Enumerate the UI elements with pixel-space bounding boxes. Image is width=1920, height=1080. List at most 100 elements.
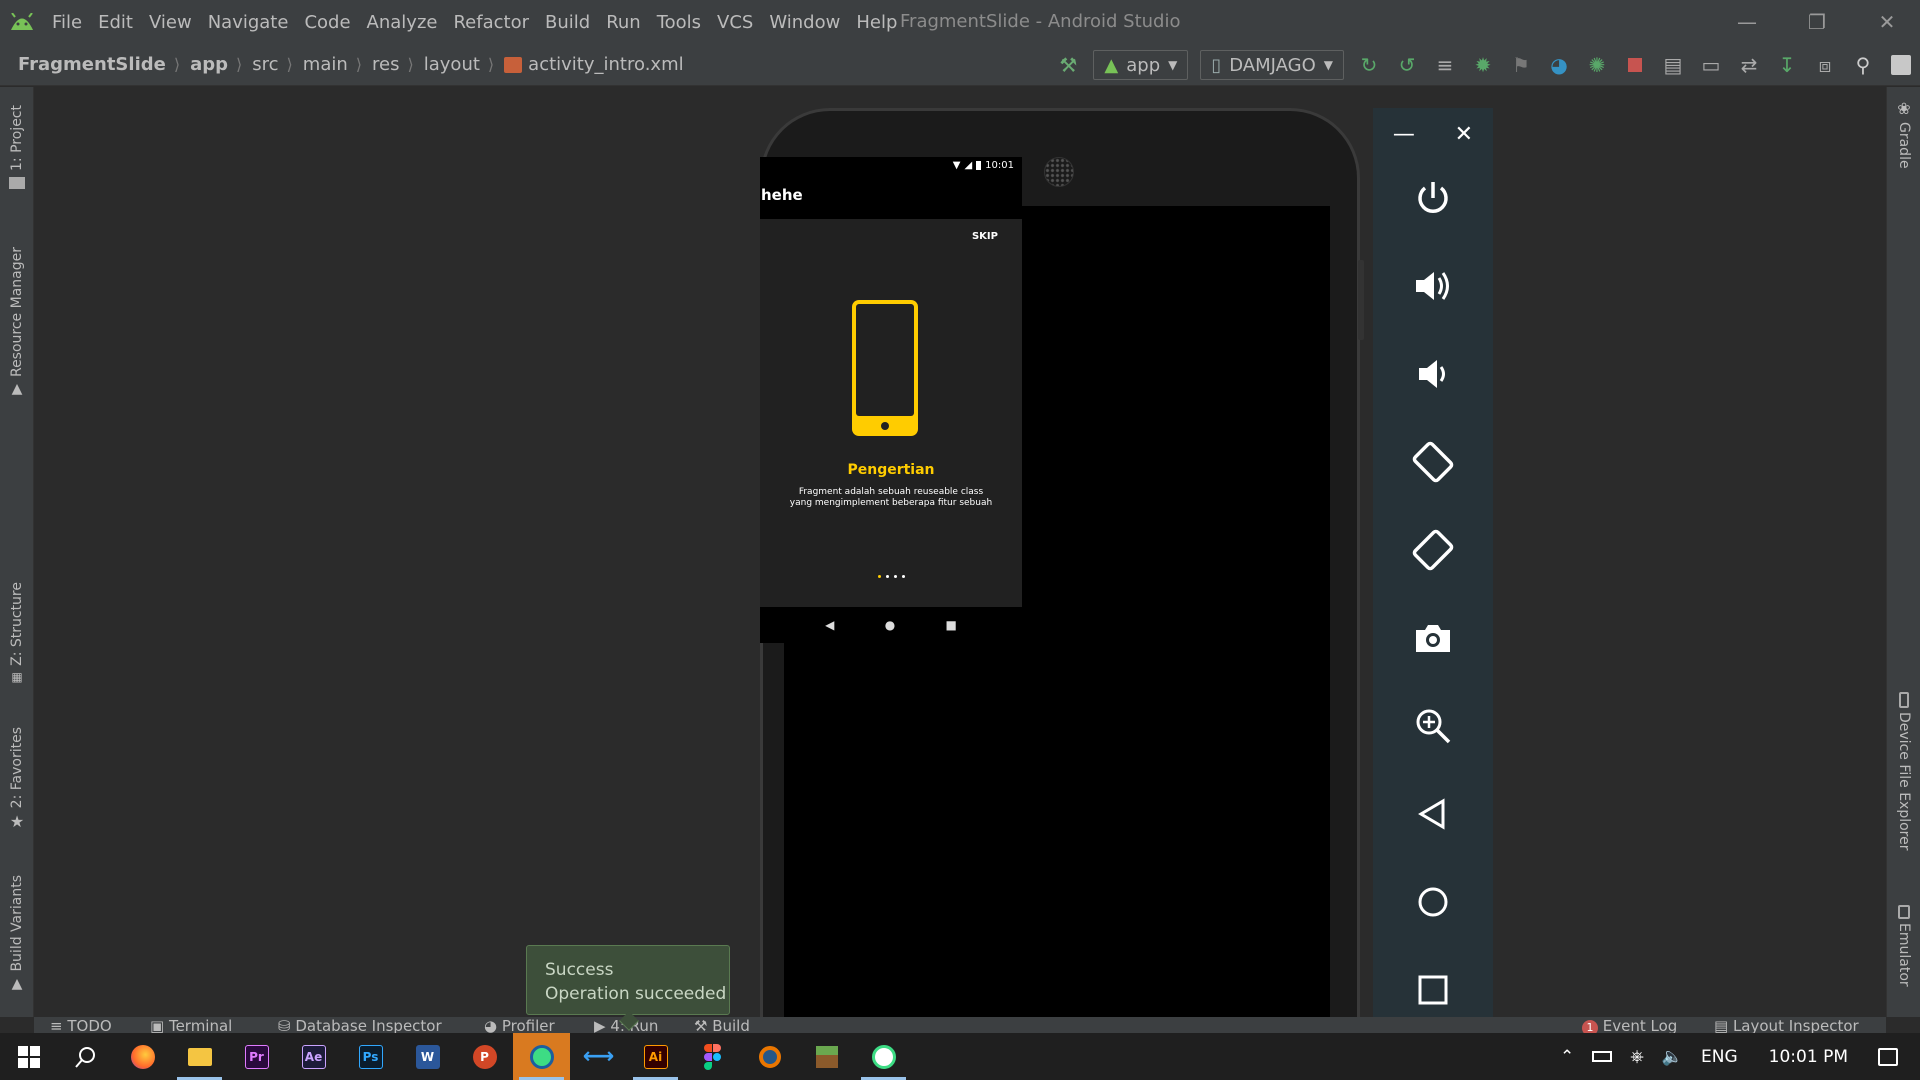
tab-structure[interactable]: Z: Structure ▦ <box>0 582 34 684</box>
zoom-button[interactable] <box>1373 696 1493 756</box>
tab-favorites[interactable]: 2: Favorites ★ <box>0 727 34 831</box>
skip-button[interactable]: SKIP <box>972 231 998 242</box>
menu-edit[interactable]: Edit <box>90 12 141 33</box>
menu-help[interactable]: Help <box>848 12 905 33</box>
rotate-left-button[interactable] <box>1373 432 1493 492</box>
power-button[interactable] <box>1373 168 1493 228</box>
menu-analyze[interactable]: Analyze <box>359 12 446 33</box>
project-structure-icon[interactable]: ▤ <box>1654 44 1692 86</box>
restore-icon[interactable]: ❐ <box>1782 0 1852 44</box>
sync-gradle-icon[interactable]: ⇄ <box>1730 44 1768 86</box>
menu-file[interactable]: File <box>44 12 90 33</box>
device-combo[interactable]: ▯ DAMJAGO ▼ <box>1200 50 1344 80</box>
tab-layout-inspector[interactable]: ▤ Layout Inspector <box>1714 1017 1859 1033</box>
menu-window[interactable]: Window <box>761 12 848 33</box>
menu-code[interactable]: Code <box>296 12 358 33</box>
menu-navigate[interactable]: Navigate <box>200 12 297 33</box>
search-icon[interactable] <box>57 1033 114 1080</box>
blender-icon[interactable] <box>741 1033 798 1080</box>
volume-up-button[interactable] <box>1373 256 1493 316</box>
rerun-icon[interactable]: ↻ <box>1350 44 1388 86</box>
search-icon[interactable]: ⚲ <box>1844 44 1882 86</box>
home-button[interactable] <box>1373 872 1493 932</box>
tab-build-variants[interactable]: Build Variants ▲ <box>0 875 34 992</box>
windows-start-icon[interactable] <box>0 1033 57 1080</box>
breadcrumb-layout[interactable]: layout <box>414 54 480 75</box>
phone-screen[interactable]: ▼ ◢ 10:01 hehe SKIP Pengertian Fragment … <box>760 157 1022 643</box>
apply-changes-icon[interactable]: ↺ <box>1388 44 1426 86</box>
coverage-icon[interactable]: ⚑ <box>1502 44 1540 86</box>
file-explorer-icon[interactable] <box>171 1033 228 1080</box>
menu-tools[interactable]: Tools <box>649 12 709 33</box>
menu-view[interactable]: View <box>141 12 200 33</box>
tab-event-log[interactable]: 1 Event Log <box>1582 1017 1677 1033</box>
emulator-minimize-icon[interactable]: — <box>1393 122 1415 147</box>
nav-back-icon[interactable]: ◀ <box>825 618 834 632</box>
battery-icon[interactable] <box>1583 1051 1621 1062</box>
menu-vcs[interactable]: VCS <box>709 12 761 33</box>
stop-icon[interactable] <box>1616 44 1654 86</box>
volume-down-button[interactable] <box>1373 344 1493 404</box>
breadcrumb-main[interactable]: main <box>293 54 348 75</box>
menu-run[interactable]: Run <box>598 12 649 33</box>
breadcrumb-src[interactable]: src <box>242 54 278 75</box>
tab-profiler[interactable]: ◕ Profiler <box>484 1017 555 1033</box>
sdk-manager-icon[interactable]: ↧ <box>1768 44 1806 86</box>
success-notification[interactable]: Success Operation succeeded <box>526 945 730 1015</box>
screenshot-button[interactable] <box>1373 608 1493 668</box>
firefox-icon[interactable] <box>114 1033 171 1080</box>
input-language[interactable]: ENG <box>1692 1047 1747 1067</box>
breadcrumb-project[interactable]: FragmentSlide <box>0 54 166 75</box>
breadcrumb-res[interactable]: res <box>362 54 399 75</box>
tab-terminal[interactable]: ▣ Terminal <box>150 1017 232 1033</box>
android-emulator-taskbar-icon[interactable] <box>855 1033 912 1080</box>
intro-slide[interactable]: SKIP Pengertian Fragment adalah sebuah r… <box>760 219 1022 607</box>
menu-refactor[interactable]: Refactor <box>445 12 537 33</box>
run-config-combo[interactable]: ▲ app ▼ <box>1093 50 1189 80</box>
back-button[interactable] <box>1373 784 1493 844</box>
rotate-right-button[interactable] <box>1373 520 1493 580</box>
make-project-hammer-icon[interactable]: ⚒ <box>1049 44 1087 86</box>
attach-debugger-icon[interactable]: ✺ <box>1578 44 1616 86</box>
figma-icon[interactable] <box>684 1033 741 1080</box>
nav-recents-icon[interactable]: ■ <box>946 618 957 632</box>
tab-gradle[interactable]: ❀ Gradle <box>1887 99 1920 169</box>
debug-icon[interactable]: ✹ <box>1464 44 1502 86</box>
photoshop-icon[interactable]: Ps <box>342 1033 399 1080</box>
android-studio-taskbar-icon[interactable] <box>513 1033 570 1080</box>
close-icon[interactable]: ✕ <box>1852 0 1920 44</box>
tab-emulator[interactable]: Emulator <box>1887 905 1920 987</box>
volume-icon[interactable]: 🔈 <box>1653 1047 1692 1067</box>
after-effects-icon[interactable]: Ae <box>285 1033 342 1080</box>
vscode-icon[interactable]: ⟷ <box>570 1033 627 1080</box>
account-icon[interactable] <box>1882 44 1920 86</box>
apply-code-changes-icon[interactable]: ≡ <box>1426 44 1464 86</box>
tab-resource-manager[interactable]: Resource Manager ▲ <box>0 247 34 397</box>
overview-button[interactable] <box>1373 960 1493 1020</box>
powerpoint-icon[interactable]: P <box>456 1033 513 1080</box>
premiere-pro-icon[interactable]: Pr <box>228 1033 285 1080</box>
menu-build[interactable]: Build <box>537 12 598 33</box>
word-icon[interactable]: W <box>399 1033 456 1080</box>
tab-build[interactable]: ⚒ Build <box>694 1017 750 1033</box>
profile-icon[interactable]: ◕ <box>1540 44 1578 86</box>
taskbar-clock[interactable]: 10:01 PM <box>1747 1047 1870 1067</box>
tab-emulator-label: Emulator <box>1896 923 1912 987</box>
breadcrumb-module[interactable]: app <box>180 54 228 75</box>
notification-center-icon[interactable] <box>1870 1047 1920 1066</box>
avd-manager-icon[interactable]: ▭ <box>1692 44 1730 86</box>
tab-todo[interactable]: ≡ TODO <box>50 1017 112 1033</box>
tab-database-inspector[interactable]: ⛁ Database Inspector <box>278 1017 442 1033</box>
windows-taskbar: Pr Ae Ps W P ⟷ Ai ⌃ ⎈ 🔈 ENG 10:01 PM <box>0 1033 1920 1080</box>
minecraft-icon[interactable] <box>798 1033 855 1080</box>
tab-project[interactable]: 1: Project <box>0 105 34 189</box>
resource-icon[interactable]: ⧈ <box>1806 44 1844 86</box>
minimize-icon[interactable]: — <box>1712 0 1782 44</box>
wifi-icon[interactable]: ⎈ <box>1621 1047 1653 1067</box>
tab-device-file-explorer[interactable]: Device File Explorer <box>1887 692 1920 851</box>
breadcrumb-file[interactable]: activity_intro.xml <box>494 54 684 75</box>
chevron-up-icon[interactable]: ⌃ <box>1551 1047 1583 1067</box>
emulator-close-icon[interactable]: ✕ <box>1455 122 1473 147</box>
illustrator-icon[interactable]: Ai <box>627 1033 684 1080</box>
nav-home-icon[interactable]: ● <box>885 618 895 632</box>
